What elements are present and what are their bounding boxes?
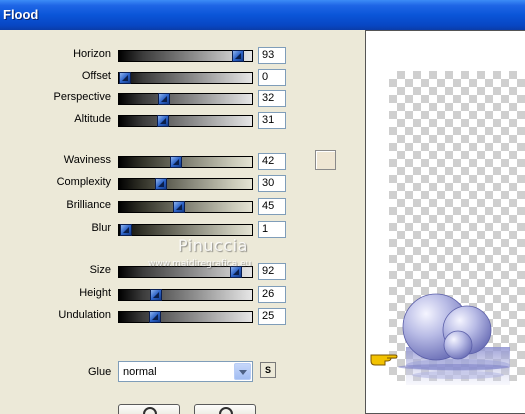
slider-row-perspective: Perspective 32	[0, 89, 300, 107]
horizon-slider[interactable]	[118, 50, 253, 62]
slider-row-altitude: Altitude 31	[0, 111, 300, 129]
slider-thumb[interactable]	[157, 115, 169, 127]
brilliance-slider[interactable]	[118, 201, 253, 213]
pointing-hand-icon	[370, 354, 398, 366]
preset-button-1[interactable]	[118, 404, 180, 414]
glue-selected-value: normal	[123, 366, 157, 378]
size-value-field[interactable]: 92	[258, 263, 286, 280]
slider-thumb[interactable]	[119, 72, 131, 84]
perspective-slider[interactable]	[118, 93, 253, 105]
color-swatch[interactable]	[315, 150, 336, 170]
window-title: Flood	[3, 7, 39, 22]
slider-thumb[interactable]	[150, 289, 162, 301]
slider-row-offset: Offset 0	[0, 68, 300, 86]
slider-row-blur: Blur 1	[0, 220, 300, 238]
slider-thumb[interactable]	[232, 50, 244, 62]
preview-panel[interactable]	[365, 30, 525, 414]
brilliance-value-field[interactable]: 45	[258, 198, 286, 215]
slider-label: Offset	[81, 70, 111, 82]
slider-thumb[interactable]	[120, 224, 132, 236]
watermark-name: Pinuccia	[178, 236, 248, 255]
title-bar: Flood	[0, 0, 525, 30]
slider-label: Size	[89, 264, 111, 276]
slider-label: Brilliance	[66, 199, 111, 211]
horizon-value-field[interactable]: 93	[258, 47, 286, 64]
blur-slider[interactable]	[118, 224, 253, 236]
waviness-slider[interactable]	[118, 156, 253, 168]
slider-row-undulation: Undulation 25	[0, 307, 300, 325]
slider-thumb[interactable]	[173, 201, 185, 213]
bubble-small	[443, 330, 473, 360]
slider-label: Perspective	[53, 91, 111, 103]
slider-label: Horizon	[73, 48, 111, 60]
glue-select[interactable]: normal	[118, 361, 253, 382]
height-slider[interactable]	[118, 289, 253, 301]
circle-arrow-icon	[219, 407, 233, 414]
altitude-slider[interactable]	[118, 115, 253, 127]
slider-thumb[interactable]	[158, 93, 170, 105]
water-ripple	[412, 371, 504, 379]
slider-thumb[interactable]	[149, 311, 161, 323]
complexity-slider[interactable]	[118, 178, 253, 190]
altitude-value-field[interactable]: 31	[258, 112, 286, 129]
slider-label: Waviness	[63, 154, 111, 166]
circle-arrow-icon	[143, 407, 157, 414]
slider-thumb[interactable]	[155, 178, 167, 190]
slider-row-complexity: Complexity 30	[0, 174, 300, 192]
slider-row-height: Height 26	[0, 285, 300, 303]
undulation-value-field[interactable]: 25	[258, 308, 286, 325]
slider-label: Altitude	[74, 113, 111, 125]
slider-label: Height	[79, 287, 111, 299]
preset-button-2[interactable]	[194, 404, 256, 414]
chevron-down-icon	[239, 370, 247, 375]
height-value-field[interactable]: 26	[258, 286, 286, 303]
slider-label: Complexity	[56, 176, 111, 188]
slider-label: Undulation	[58, 309, 111, 321]
waviness-value-field[interactable]: 42	[258, 153, 286, 170]
glue-s-button[interactable]: S	[260, 362, 276, 378]
complexity-value-field[interactable]: 30	[258, 175, 286, 192]
watermark-url: www.maidiregrafica.eu	[148, 259, 252, 269]
glue-label: Glue	[88, 366, 112, 378]
slider-row-brilliance: Brilliance 45	[0, 197, 300, 215]
slider-row-horizon: Horizon 93	[0, 46, 300, 64]
slider-label: Blur	[91, 222, 111, 234]
blur-value-field[interactable]: 1	[258, 221, 286, 238]
slider-row-waviness: Waviness 42	[0, 152, 300, 170]
offset-slider[interactable]	[118, 72, 253, 84]
undulation-slider[interactable]	[118, 311, 253, 323]
slider-thumb[interactable]	[170, 156, 182, 168]
dropdown-arrow-button[interactable]	[234, 363, 251, 380]
waterline	[398, 364, 510, 370]
offset-value-field[interactable]: 0	[258, 69, 286, 86]
perspective-value-field[interactable]: 32	[258, 90, 286, 107]
